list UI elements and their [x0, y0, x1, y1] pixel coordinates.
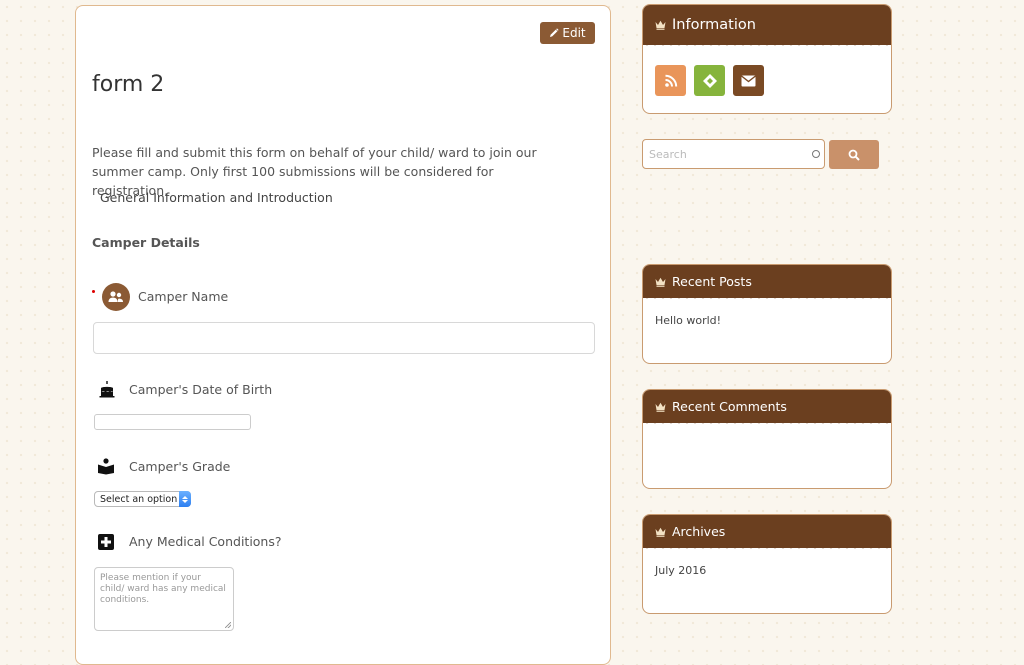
- archive-link[interactable]: July 2016: [655, 564, 879, 577]
- required-marker: [92, 290, 95, 293]
- dob-input[interactable]: [94, 414, 251, 430]
- recent-posts-widget: Recent Posts Hello world!: [642, 264, 892, 364]
- search-placeholder: Search: [649, 147, 687, 161]
- search-input[interactable]: Search: [642, 139, 825, 169]
- feedly-icon: [702, 73, 717, 88]
- rss-button[interactable]: [655, 65, 686, 96]
- recent-posts-title: Recent Posts: [672, 274, 752, 289]
- pencil-icon: [550, 28, 559, 37]
- edit-label: Edit: [562, 26, 586, 40]
- lace-trim: [643, 420, 891, 428]
- archives-title: Archives: [672, 524, 726, 539]
- lace-trim: [643, 545, 891, 553]
- crown-icon: [655, 527, 666, 537]
- crown-icon: [655, 402, 666, 412]
- birthday-cake-icon: [99, 381, 115, 398]
- recent-comments-title: Recent Comments: [672, 399, 787, 414]
- email-button[interactable]: [733, 65, 764, 96]
- search-button[interactable]: [829, 140, 879, 169]
- information-header: Information: [643, 5, 891, 50]
- social-links: [643, 45, 891, 96]
- page-title: form 2: [92, 72, 165, 97]
- medical-placeholder: Please mention if your child/ ward has a…: [100, 573, 226, 605]
- camper-name-input[interactable]: [93, 322, 595, 354]
- clear-icon[interactable]: [812, 150, 820, 158]
- edit-button[interactable]: Edit: [540, 22, 595, 44]
- recent-posts-header: Recent Posts: [643, 265, 891, 303]
- section-intro: General Information and Introduction: [100, 190, 333, 205]
- select-arrows-icon: [179, 491, 191, 507]
- camper-name-label: Camper Name: [138, 289, 229, 304]
- search-icon: [848, 149, 860, 161]
- section-heading: Camper Details: [92, 235, 200, 250]
- information-title: Information: [672, 17, 756, 33]
- archives-widget: Archives July 2016: [642, 514, 892, 614]
- dob-label: Camper's Date of Birth: [129, 382, 273, 397]
- information-widget: Information: [642, 4, 892, 114]
- recent-comments-widget: Recent Comments: [642, 389, 892, 489]
- crown-icon: [655, 20, 666, 30]
- medical-label: Any Medical Conditions?: [129, 534, 282, 549]
- reader-icon: [98, 458, 114, 475]
- recent-post-link[interactable]: Hello world!: [655, 314, 879, 327]
- resize-grip-icon[interactable]: [225, 622, 231, 628]
- lace-trim: [643, 42, 891, 50]
- grade-select-value: Select an option: [100, 493, 178, 505]
- feedly-button[interactable]: [694, 65, 725, 96]
- email-icon: [741, 74, 756, 86]
- grade-select[interactable]: Select an option: [94, 491, 191, 507]
- rss-icon: [664, 74, 677, 87]
- medical-cross-icon: [98, 534, 114, 550]
- archives-header: Archives: [643, 515, 891, 553]
- recent-comments-header: Recent Comments: [643, 390, 891, 428]
- crown-icon: [655, 277, 666, 287]
- grade-label: Camper's Grade: [129, 459, 231, 474]
- lace-trim: [643, 295, 891, 303]
- medical-textarea[interactable]: Please mention if your child/ ward has a…: [94, 567, 234, 631]
- people-icon: [102, 283, 130, 311]
